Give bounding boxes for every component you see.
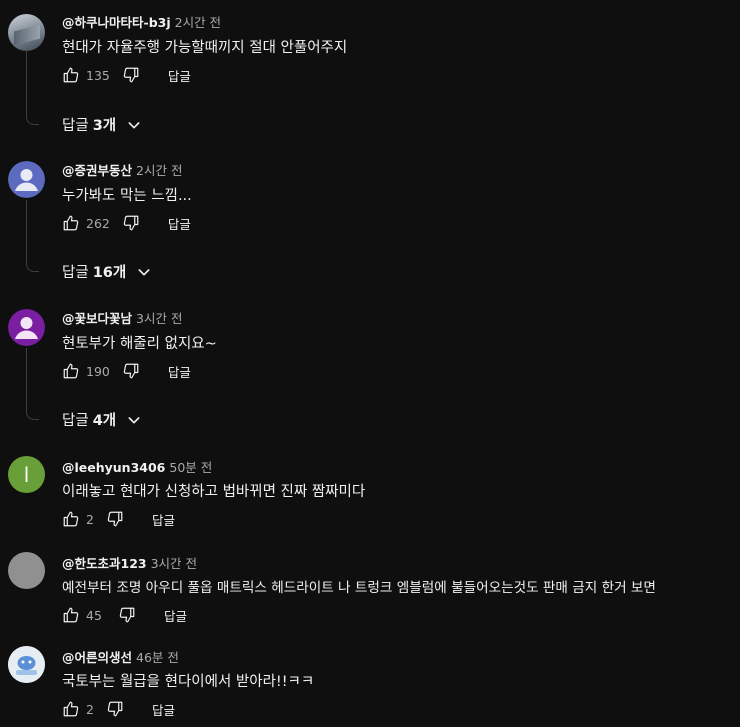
comment-timestamp[interactable]: 2시간 전 [175, 15, 221, 30]
comment-text: 현대가 자율주행 가능할때끼지 절대 안풀어주지 [62, 40, 348, 56]
thumbs-down-icon[interactable] [122, 66, 140, 84]
comment-text: 예전부터 조명 아우디 풀옵 매트릭스 헤드라이트 나 트렁크 엠블럼에 불들어… [62, 580, 656, 596]
thumbs-down-icon[interactable] [106, 510, 124, 528]
comment-timestamp[interactable]: 50분 전 [169, 460, 212, 475]
replies-label: 답글 [62, 118, 89, 134]
thumbs-up-icon[interactable] [62, 362, 80, 380]
thumbs-down-icon[interactable] [122, 362, 140, 380]
chevron-down-icon [126, 117, 142, 133]
comment-text: 국토부는 월급을 현다이에서 받아라!!ㅋㅋ [62, 674, 315, 690]
thumbs-up-icon[interactable] [62, 66, 80, 84]
replies-count: 16개 [92, 265, 127, 281]
comment-author[interactable]: @한도초과123 [62, 556, 147, 571]
avatar[interactable]: l [8, 456, 45, 493]
comment-timestamp[interactable]: 3시간 전 [136, 311, 182, 326]
comment-header: @한도초과123 3시간 전 [62, 553, 197, 572]
avatar[interactable] [8, 552, 45, 589]
comment-text: 이래놓고 현대가 신청하고 법바뀌면 진짜 짬짜미다 [62, 484, 366, 500]
chevron-down-icon [126, 412, 142, 428]
avatar-letter: l [23, 462, 30, 487]
comment-author[interactable]: @leehyun3406 [62, 460, 165, 475]
comment-actions: 262 답글 [62, 213, 191, 233]
thumbs-up-icon[interactable] [62, 606, 80, 624]
like-count: 2 [86, 701, 94, 717]
view-replies-button[interactable]: 답글 4개 [62, 409, 142, 430]
comment-text: 현토부가 해줄리 없지요~ [62, 336, 217, 352]
reply-button[interactable]: 답글 [168, 214, 191, 233]
like-count: 2 [86, 511, 94, 527]
thread-connector [26, 50, 39, 125]
comment-header: @꽃보다꽃남 3시간 전 [62, 308, 182, 327]
thumbs-down-icon[interactable] [106, 700, 124, 718]
view-replies-button[interactable]: 답글 3개 [62, 114, 142, 135]
reply-button[interactable]: 답글 [168, 66, 191, 85]
avatar[interactable] [8, 309, 45, 346]
thumbs-up-icon[interactable] [62, 214, 80, 232]
comment-actions: 190 답글 [62, 361, 191, 381]
replies-count: 3개 [92, 118, 117, 134]
comment-actions: 135 답글 [62, 65, 191, 85]
like-count: 45 [86, 607, 102, 623]
thumbs-up-icon[interactable] [62, 700, 80, 718]
comment-timestamp[interactable]: 2시간 전 [136, 163, 182, 178]
like-count: 262 [86, 215, 110, 231]
thumbs-up-icon[interactable] [62, 510, 80, 528]
thumbs-down-icon[interactable] [122, 214, 140, 232]
avatar[interactable] [8, 646, 45, 683]
replies-label: 답글 [62, 413, 89, 429]
replies-count: 4개 [92, 413, 117, 429]
like-count: 135 [86, 67, 110, 83]
replies-label: 답글 [62, 265, 89, 281]
reply-button[interactable]: 답글 [152, 700, 175, 719]
avatar[interactable] [8, 14, 45, 51]
comment-header: @하쿠나마타타-b3j 2시간 전 [62, 12, 221, 31]
comment-author[interactable]: @하쿠나마타타-b3j [62, 15, 171, 30]
comment-author[interactable]: @증권부동산 [62, 163, 132, 178]
comment-header: @leehyun3406 50분 전 [62, 457, 212, 476]
thread-connector [26, 200, 39, 272]
comment-header: @증권부동산 2시간 전 [62, 160, 182, 179]
thumbs-down-icon[interactable] [118, 606, 136, 624]
comment-timestamp[interactable]: 3시간 전 [151, 556, 197, 571]
view-replies-button[interactable]: 답글 16개 [62, 261, 152, 282]
comment-author[interactable]: @어른의생선 [62, 650, 132, 665]
comment-actions: 2 답글 [62, 699, 175, 719]
comment-timestamp[interactable]: 46분 전 [136, 650, 179, 665]
reply-button[interactable]: 답글 [168, 362, 191, 381]
comment-actions: 2 답글 [62, 509, 175, 529]
reply-button[interactable]: 답글 [164, 606, 187, 625]
comment-actions: 45 답글 [62, 605, 187, 625]
reply-button[interactable]: 답글 [152, 510, 175, 529]
comment-text: 누가봐도 막는 느낌... [62, 188, 192, 204]
thread-connector [26, 348, 39, 420]
comment-author[interactable]: @꽃보다꽃남 [62, 311, 132, 326]
avatar[interactable] [8, 161, 45, 198]
chevron-down-icon [136, 264, 152, 280]
like-count: 190 [86, 363, 110, 379]
comment-header: @어른의생선 46분 전 [62, 647, 179, 666]
